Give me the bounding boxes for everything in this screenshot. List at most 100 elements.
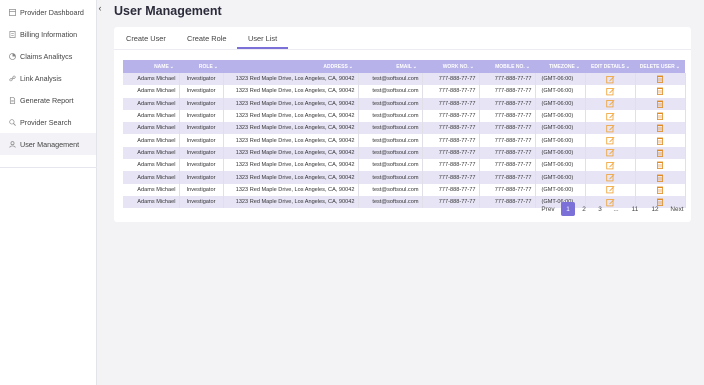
user-list-card: Create User Create Role User List NAME⌄ … xyxy=(114,27,691,222)
sidebar-item-provider-search[interactable]: Provider Search xyxy=(0,111,96,133)
cell-mobile-no: 777-888-77-77 xyxy=(479,171,536,184)
edit-icon[interactable] xyxy=(605,112,615,121)
table-row: Adams Michael Investigator 1323 Red Maple … xyxy=(123,122,686,135)
trash-icon[interactable] xyxy=(657,75,663,84)
trash-icon[interactable] xyxy=(657,100,663,108)
trash-icon[interactable] xyxy=(657,112,663,121)
sidebar-item-user-management[interactable]: User Management xyxy=(0,133,96,155)
cell-timezone: (GMT-06:00) xyxy=(535,109,586,123)
edit-icon[interactable] xyxy=(605,124,615,133)
trash-icon[interactable] xyxy=(657,137,663,145)
trash-icon[interactable] xyxy=(657,124,663,133)
cell-mobile-no: 777-888-77-77 xyxy=(479,122,536,135)
pagination-page-12[interactable]: 12 xyxy=(647,202,663,216)
tab-create-role[interactable]: Create Role xyxy=(187,34,226,43)
tab-user-list[interactable]: User List xyxy=(248,34,277,43)
cell-delete xyxy=(635,171,686,184)
cell-address: 1323 Red Maple Drive, Los Angeles, CA, 9… xyxy=(223,134,359,147)
chevron-down-icon: ⌄ xyxy=(348,63,353,70)
trash-icon[interactable] xyxy=(657,87,663,96)
dashboard-icon xyxy=(9,8,16,16)
cell-delete xyxy=(635,183,686,196)
cell-name: Adams Michael xyxy=(123,183,180,196)
cell-name: Adams Michael xyxy=(123,97,180,110)
column-header-edit-details[interactable]: EDIT DETAILS⌄ xyxy=(585,60,635,73)
pagination-page-3[interactable]: 3 xyxy=(593,202,607,216)
edit-icon[interactable] xyxy=(605,136,615,145)
table-row: Adams Michael Investigator 1323 Red Maple … xyxy=(123,146,686,160)
edit-icon[interactable] xyxy=(605,87,615,96)
cell-address: 1323 Red Maple Drive, Los Angeles, CA, 9… xyxy=(223,146,359,160)
cell-email: test@softsoul.com xyxy=(358,73,423,86)
cell-role: Investigator xyxy=(179,97,224,110)
table-row: Adams Michael Investigator 1323 Red Maple … xyxy=(123,97,686,110)
cell-address: 1323 Red Maple Drive, Los Angeles, CA, 9… xyxy=(223,73,359,86)
tab-bar: Create User Create Role User List xyxy=(114,27,691,50)
cell-mobile-no: 777-888-77-77 xyxy=(479,73,536,86)
column-header-timezone[interactable]: TIMEZONE⌄ xyxy=(535,60,585,73)
page-title: User Management xyxy=(114,4,222,18)
cell-edit xyxy=(585,134,636,147)
sidebar-item-provider-dashboard[interactable]: Provider Dashboard xyxy=(0,1,96,23)
chevron-down-icon: ⌄ xyxy=(169,63,174,70)
table-row: Adams Michael Investigator 1323 Red Maple … xyxy=(123,73,686,86)
pagination-ellipsis: ... xyxy=(613,205,619,213)
cell-name: Adams Michael xyxy=(123,146,180,160)
cell-edit xyxy=(585,109,636,123)
edit-icon[interactable] xyxy=(605,75,615,84)
cell-role: Investigator xyxy=(179,183,224,196)
cell-email: test@softsoul.com xyxy=(358,122,423,135)
sidebar-item-claims-analitycs[interactable]: Claims Analitycs xyxy=(0,45,96,67)
cell-timezone: (GMT-06:00) xyxy=(535,134,586,147)
table-row: Adams Michael Investigator 1323 Red Maple … xyxy=(123,109,686,123)
cell-work-no: 777-888-77-77 xyxy=(422,122,480,135)
chevron-down-icon: ⌄ xyxy=(575,63,580,70)
edit-icon[interactable] xyxy=(605,148,615,157)
tabs-divider xyxy=(114,49,691,50)
trash-icon[interactable] xyxy=(657,174,663,182)
cell-name: Adams Michael xyxy=(123,109,180,123)
pagination-prev-button[interactable]: Prev xyxy=(537,202,559,216)
column-header-address[interactable]: ADDRESS⌄ xyxy=(223,60,358,73)
column-header-work-no[interactable]: WORK NO.⌄ xyxy=(422,60,479,73)
sidebar-item-generate-report[interactable]: Generate Report xyxy=(0,89,96,111)
trash-icon[interactable] xyxy=(657,186,663,194)
cell-email: test@softsoul.com xyxy=(358,146,423,160)
cell-timezone: (GMT-06:00) xyxy=(535,85,586,98)
trash-icon[interactable] xyxy=(657,161,663,170)
cell-email: test@softsoul.com xyxy=(358,109,423,123)
cell-mobile-no: 777-888-77-77 xyxy=(479,183,536,196)
table-row: Adams Michael Investigator 1323 Red Maple … xyxy=(123,85,686,98)
cell-role: Investigator xyxy=(179,134,224,147)
cell-edit xyxy=(585,122,636,135)
user-table: NAME⌄ ROLE⌄ ADDRESS⌄ EMAIL⌄ WORK NO.⌄ MO… xyxy=(123,60,686,209)
cell-timezone: (GMT-06:00) xyxy=(535,146,586,160)
sidebar-item-link-analysis[interactable]: Link Analysis xyxy=(0,67,96,89)
cell-work-no: 777-888-77-77 xyxy=(422,73,480,86)
sidebar-item-billing-information[interactable]: Billing Information xyxy=(0,23,96,45)
collapse-sidebar-chevron-icon[interactable]: ‹ xyxy=(96,3,104,13)
pagination-next-button[interactable]: Next xyxy=(667,202,687,216)
pagination-page-2[interactable]: 2 xyxy=(577,202,591,216)
edit-icon[interactable] xyxy=(605,185,615,194)
edit-icon[interactable] xyxy=(605,173,615,182)
edit-icon[interactable] xyxy=(605,161,615,170)
cell-email: test@softsoul.com xyxy=(358,183,423,196)
cell-delete xyxy=(635,97,686,110)
column-header-delete-user[interactable]: DELETE USER⌄ xyxy=(635,60,685,73)
cell-email: test@softsoul.com xyxy=(358,195,423,209)
cell-name: Adams Michael xyxy=(123,171,180,184)
cell-address: 1323 Red Maple Drive, Los Angeles, CA, 9… xyxy=(223,159,359,172)
column-header-email[interactable]: EMAIL⌄ xyxy=(358,60,422,73)
pagination-page-11[interactable]: 11 xyxy=(627,202,643,216)
pagination-page-1[interactable]: 1 xyxy=(561,202,575,216)
tab-create-user[interactable]: Create User xyxy=(126,34,166,43)
cell-mobile-no: 777-888-77-77 xyxy=(479,85,536,98)
column-header-mobile-no[interactable]: MOBILE NO.⌄ xyxy=(479,60,535,73)
cell-timezone: (GMT-06:00) xyxy=(535,97,586,110)
edit-icon[interactable] xyxy=(605,99,615,108)
sidebar-item-label: Billing Information xyxy=(20,29,78,39)
column-header-name[interactable]: NAME⌄ xyxy=(123,60,179,73)
column-header-role[interactable]: ROLE⌄ xyxy=(179,60,223,73)
trash-icon[interactable] xyxy=(657,149,663,157)
